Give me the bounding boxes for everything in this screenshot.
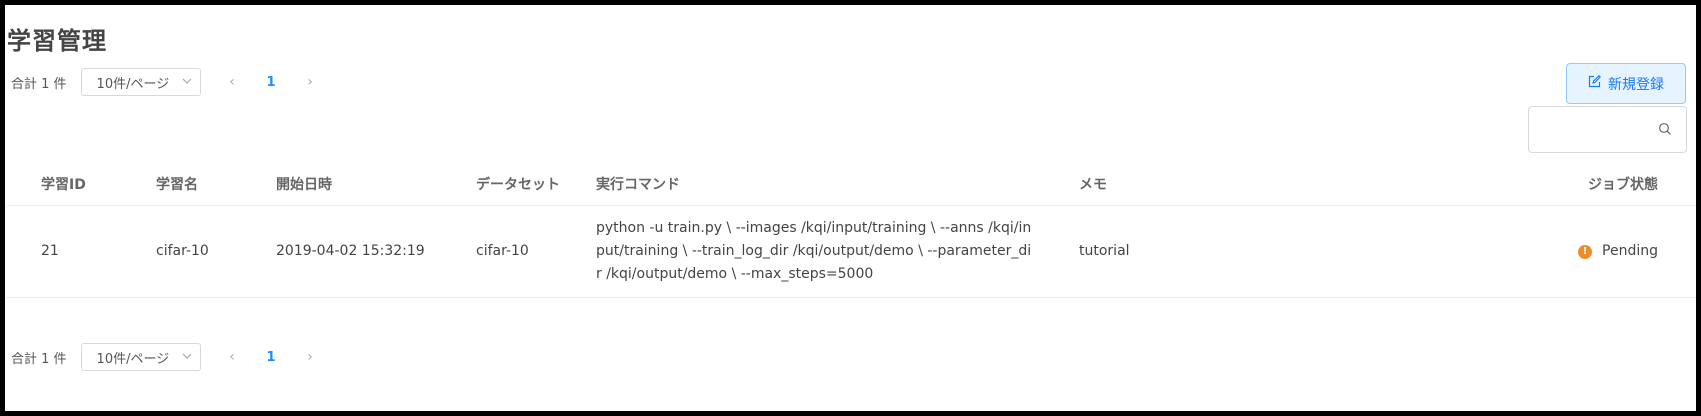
total-count: 合計 1 件 [11, 351, 67, 367]
cell-command: python -u train.py \ --images /kqi/input… [596, 219, 1032, 282]
training-table: 学習ID 学習名 開始日時 データセット 実行コマンド メモ ジョブ状態 21 … [5, 163, 1696, 298]
table-row[interactable]: 21 cifar-10 2019-04-02 15:32:19 cifar-10… [5, 205, 1696, 298]
pagination-bottom: 合計 1 件 10件/ページ ‹ 1 › [11, 343, 330, 371]
page-number-button[interactable]: 1 [252, 75, 291, 90]
total-count: 合計 1 件 [11, 76, 67, 92]
column-header-command[interactable]: 実行コマンド [560, 163, 1043, 206]
new-registration-button[interactable]: 新規登録 [1566, 63, 1686, 104]
search-icon[interactable] [1658, 121, 1672, 140]
page-number-button[interactable]: 1 [252, 350, 291, 365]
search-box [1528, 106, 1687, 153]
page-size-select[interactable]: 10件/ページ [80, 343, 201, 371]
page-size-value: 10件/ページ [96, 351, 170, 367]
page-size-select[interactable]: 10件/ページ [80, 68, 201, 96]
pagination-top: 合計 1 件 10件/ページ ‹ 1 › [11, 68, 330, 96]
new-button-label: 新規登録 [1608, 76, 1664, 93]
chevron-down-icon [182, 352, 192, 362]
status-label: Pending [1602, 243, 1658, 259]
prev-page-button[interactable]: ‹ [213, 74, 252, 90]
page-size-value: 10件/ページ [96, 76, 170, 92]
cell-command-wrapper: python -u train.py \ --images /kqi/input… [560, 205, 1043, 298]
cell-memo: tutorial [1043, 205, 1278, 298]
page-title: 学習管理 [7, 27, 107, 55]
cell-id: 21 [5, 205, 120, 298]
next-page-button[interactable]: › [291, 349, 330, 365]
column-header-dataset[interactable]: データセット [440, 163, 560, 206]
cell-status: ! Pending [1277, 205, 1696, 298]
warning-icon: ! [1578, 244, 1593, 259]
chevron-down-icon [182, 77, 192, 87]
column-header-started[interactable]: 開始日時 [240, 163, 440, 206]
cell-started: 2019-04-02 15:32:19 [240, 205, 440, 298]
search-input[interactable] [1537, 107, 1655, 152]
column-header-status[interactable]: ジョブ状態 [1277, 163, 1696, 206]
column-header-memo[interactable]: メモ [1043, 163, 1278, 206]
edit-icon [1588, 75, 1601, 92]
cell-name: cifar-10 [120, 205, 240, 298]
cell-dataset: cifar-10 [440, 205, 560, 298]
column-header-name[interactable]: 学習名 [120, 163, 240, 206]
table-header-row: 学習ID 学習名 開始日時 データセット 実行コマンド メモ ジョブ状態 [5, 163, 1696, 206]
column-header-id[interactable]: 学習ID [5, 163, 120, 206]
next-page-button[interactable]: › [291, 74, 330, 90]
main-panel: 学習管理 合計 1 件 10件/ページ ‹ 1 › 新規登録 学習ID 学習名 … [5, 5, 1696, 411]
prev-page-button[interactable]: ‹ [213, 349, 252, 365]
